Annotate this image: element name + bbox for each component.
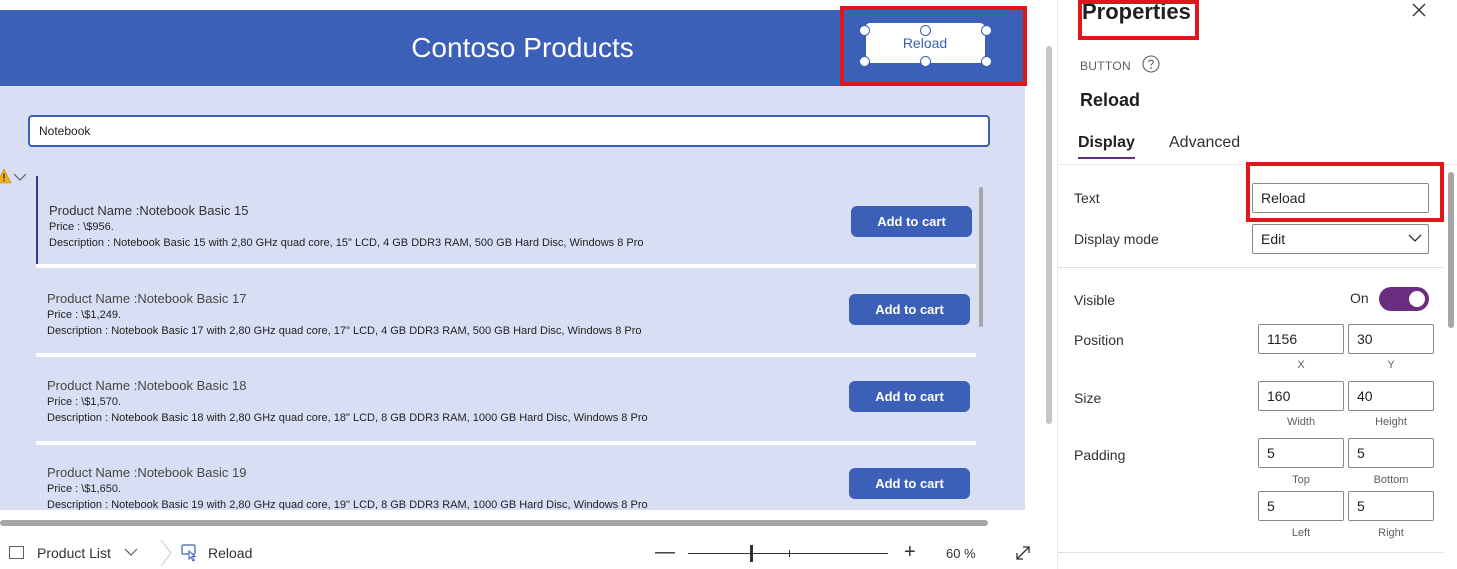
padding-bottom-input[interactable]: 5 (1348, 438, 1434, 468)
selected-control[interactable]: Reload (208, 545, 252, 561)
zoom-in-button[interactable]: + (904, 541, 916, 564)
padding-left-input[interactable]: 5 (1258, 491, 1344, 521)
size-height-input[interactable]: 40 (1348, 381, 1434, 411)
position-y-input[interactable]: 30 (1348, 324, 1434, 354)
warning-icon[interactable] (0, 168, 12, 184)
canvas-area: Contoso Products Notebook Product Name :… (0, 0, 1060, 569)
padding-left-caption: Left (1291, 527, 1311, 539)
button-control-icon (181, 544, 197, 562)
pane-title: Properties (1082, 0, 1191, 24)
power-apps-studio: Contoso Products Notebook Product Name :… (0, 0, 1457, 569)
visible-state: On (1350, 290, 1369, 306)
zoom-out-button[interactable]: — (655, 541, 675, 564)
product-description: Description : Notebook Basic 15 with 2,8… (49, 237, 644, 249)
position-x-caption: X (1297, 359, 1305, 371)
product-description: Description : Notebook Basic 18 with 2,8… (47, 412, 648, 424)
fit-screen-icon[interactable] (1014, 544, 1032, 562)
product-description: Description : Notebook Basic 17 with 2,8… (47, 325, 642, 337)
gallery-scrollbar[interactable] (979, 187, 983, 327)
status-bar: Product List Reload — + 60 % (0, 537, 1045, 569)
chevron-down-icon[interactable] (1408, 233, 1422, 243)
size-width-input[interactable]: 160 (1258, 381, 1344, 411)
add-to-cart-button[interactable]: Add to cart (849, 468, 970, 499)
resize-handle[interactable] (981, 56, 992, 67)
resize-handle[interactable] (981, 25, 992, 36)
padding-bottom-caption: Bottom (1373, 474, 1409, 486)
size-label: Size (1074, 390, 1102, 406)
tab-active-indicator (1078, 157, 1135, 159)
resize-handle[interactable] (920, 56, 931, 67)
resize-handle[interactable] (859, 56, 870, 67)
properties-scrollbar[interactable] (1448, 172, 1454, 328)
size-width-caption: Width (1286, 416, 1316, 428)
product-price: Price : \$956. (49, 221, 114, 233)
tab-advanced[interactable]: Advanced (1169, 134, 1240, 152)
control-name: Reload (1080, 90, 1141, 110)
product-name: Product Name :Notebook Basic 17 (47, 291, 247, 306)
divider (1058, 164, 1457, 165)
visible-label: Visible (1074, 292, 1115, 308)
padding-top-caption: Top (1292, 474, 1310, 486)
product-price: Price : \$1,249. (47, 309, 121, 321)
resize-handle[interactable] (859, 25, 870, 36)
gallery-item[interactable]: Product Name :Notebook Basic 18 Price : … (36, 351, 976, 439)
gallery-item[interactable]: Product Name :Notebook Basic 17 Price : … (36, 264, 976, 352)
product-price: Price : \$1,650. (47, 483, 121, 495)
size-height-caption: Height (1375, 416, 1407, 428)
text-label: Text (1074, 190, 1100, 206)
padding-top-input[interactable]: 5 (1258, 438, 1344, 468)
display-mode-dropdown[interactable]: Edit (1252, 224, 1429, 254)
zoom-level: 60 % (946, 546, 976, 561)
toggle-knob (1409, 291, 1425, 307)
padding-right-input[interactable]: 5 (1348, 491, 1434, 521)
text-property-input[interactable]: Reload (1252, 183, 1429, 213)
screen-icon (9, 546, 24, 559)
divider (1058, 267, 1443, 268)
canvas-vertical-scrollbar[interactable] (1046, 46, 1052, 424)
gallery-item[interactable]: Product Name :Notebook Basic 19 Price : … (36, 438, 976, 510)
product-name: Product Name :Notebook Basic 15 (49, 203, 249, 218)
add-to-cart-button[interactable]: Add to cart (851, 206, 972, 237)
product-name: Product Name :Notebook Basic 18 (47, 378, 247, 393)
padding-label: Padding (1074, 447, 1126, 463)
breadcrumb-separator (160, 539, 172, 567)
product-description: Description : Notebook Basic 19 with 2,8… (47, 499, 648, 510)
tab-display[interactable]: Display (1078, 134, 1135, 152)
position-x-input[interactable]: 1156 (1258, 324, 1344, 354)
chevron-down-icon[interactable] (13, 172, 27, 182)
product-price: Price : \$1,570. (47, 396, 121, 408)
product-gallery[interactable]: Product Name :Notebook Basic 15 Price : … (36, 176, 976, 510)
position-y-caption: Y (1387, 359, 1395, 371)
resize-handle[interactable] (920, 25, 931, 36)
search-input[interactable]: Notebook (28, 115, 990, 147)
product-name: Product Name :Notebook Basic 19 (47, 465, 247, 480)
display-mode-label: Display mode (1074, 231, 1159, 247)
control-type: BUTTON (1080, 59, 1131, 73)
gallery-item[interactable]: Product Name :Notebook Basic 15 Price : … (36, 176, 976, 264)
screen-selector[interactable]: Product List (37, 545, 111, 561)
add-to-cart-button[interactable]: Add to cart (849, 294, 970, 325)
help-icon[interactable] (1142, 55, 1160, 73)
close-icon[interactable] (1411, 2, 1427, 18)
properties-pane: Properties BUTTON Reload Display Advance… (1057, 0, 1457, 569)
zoom-slider[interactable] (688, 553, 888, 554)
visible-toggle[interactable] (1379, 287, 1429, 311)
chevron-down-icon[interactable] (124, 546, 138, 558)
app-screen: Contoso Products Notebook Product Name :… (0, 10, 1025, 510)
position-label: Position (1074, 332, 1124, 348)
add-to-cart-button[interactable]: Add to cart (849, 381, 970, 412)
zoom-slider-thumb[interactable] (750, 545, 753, 562)
canvas-horizontal-scrollbar[interactable] (0, 520, 988, 526)
padding-right-caption: Right (1378, 527, 1404, 539)
divider (1058, 552, 1443, 553)
zoom-slider-tick (789, 550, 790, 557)
